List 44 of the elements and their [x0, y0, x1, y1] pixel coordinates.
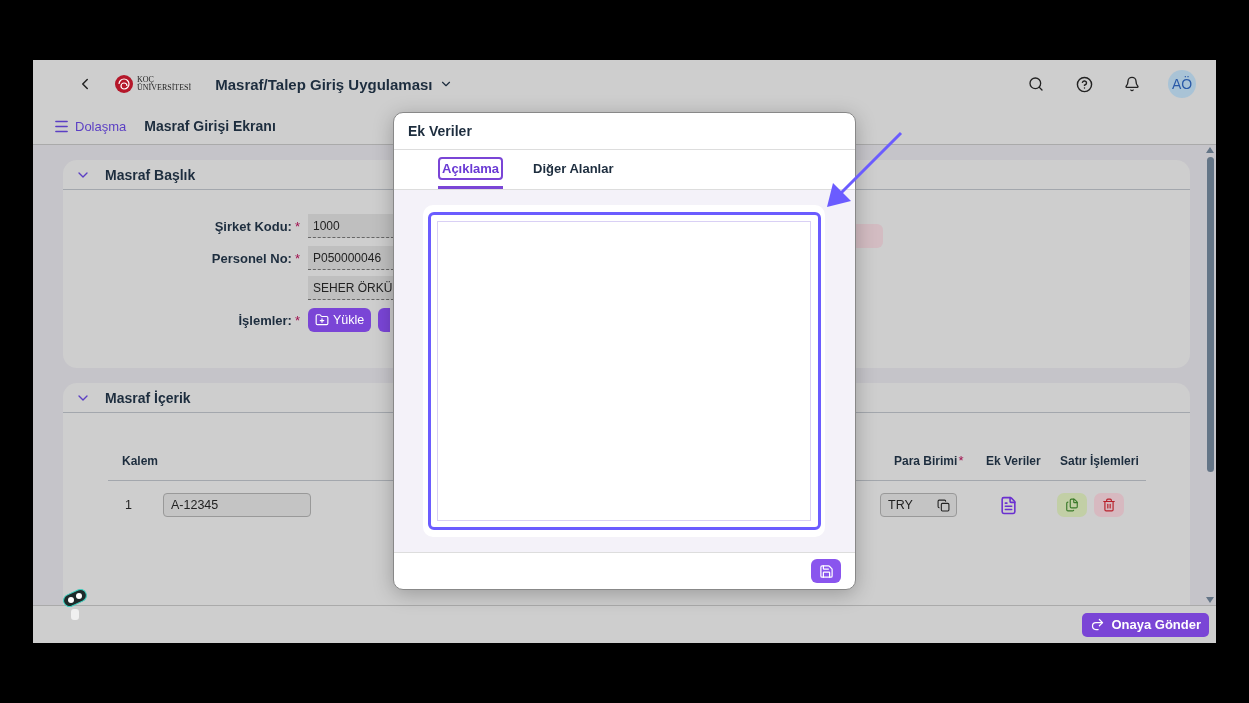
field-label: Şirket Kodu:	[214, 219, 292, 234]
logo-text: KOÇ	[137, 76, 154, 84]
required-mark: *	[294, 251, 300, 266]
save-icon	[818, 563, 834, 579]
scrollbar[interactable]	[1204, 145, 1216, 605]
required-mark: *	[294, 219, 300, 234]
column-header: Satır İşlemleri	[1059, 453, 1139, 468]
input-field[interactable]: 1000	[308, 214, 394, 238]
navigation-link[interactable]: Dolaşma	[53, 117, 127, 135]
scroll-down-icon[interactable]	[1206, 597, 1214, 603]
column-header: Kalem	[121, 453, 160, 468]
action-button[interactable]	[378, 308, 391, 332]
value-help-icon	[937, 498, 950, 512]
section-title: Masraf İçerik	[105, 389, 191, 406]
forward-arrow-icon	[1090, 617, 1106, 632]
upload-button[interactable]: Yükle	[308, 308, 372, 332]
copy-button[interactable]	[1057, 493, 1087, 517]
required-mark: *	[958, 453, 964, 468]
delete-button[interactable]	[1094, 493, 1124, 517]
dialog-title: Ek Veriler	[394, 113, 855, 150]
input-field[interactable]: P050000046	[308, 246, 394, 270]
user-avatar[interactable]: AÖ	[1168, 70, 1196, 98]
currency-field[interactable]: TRY	[880, 493, 957, 517]
column-header: Para Birimi	[893, 453, 958, 468]
table-cell-text: 1	[124, 498, 133, 512]
section-title: Masraf Başlık	[105, 166, 196, 183]
folder-plus-icon	[315, 313, 329, 327]
trash-icon	[1102, 498, 1116, 512]
swirl-logo-icon	[115, 75, 133, 93]
input-field[interactable]: A-12345	[163, 493, 311, 517]
page-title: Masraf Girişi Ekranı	[144, 118, 276, 134]
submit-button[interactable]: Onaya Gönder	[1082, 612, 1209, 637]
input-field[interactable]: SEHER ÖRKÜ	[308, 276, 394, 300]
robot-icon	[60, 588, 90, 622]
column-header: Ek Veriler	[985, 453, 1041, 468]
app-title-menu[interactable]: Masraf/Talep Giriş Uygulaması	[215, 75, 453, 93]
logo-text: ÜNİVERSİTESİ	[137, 84, 192, 92]
field-label: İşlemler:	[238, 313, 292, 328]
field-label: Personel No:	[211, 251, 292, 266]
copy-icon	[1065, 498, 1079, 512]
scroll-up-icon[interactable]	[1206, 147, 1214, 153]
save-button[interactable]	[811, 559, 841, 583]
required-mark: *	[294, 313, 300, 328]
tab[interactable]: Diğer Alanlar	[529, 150, 618, 189]
